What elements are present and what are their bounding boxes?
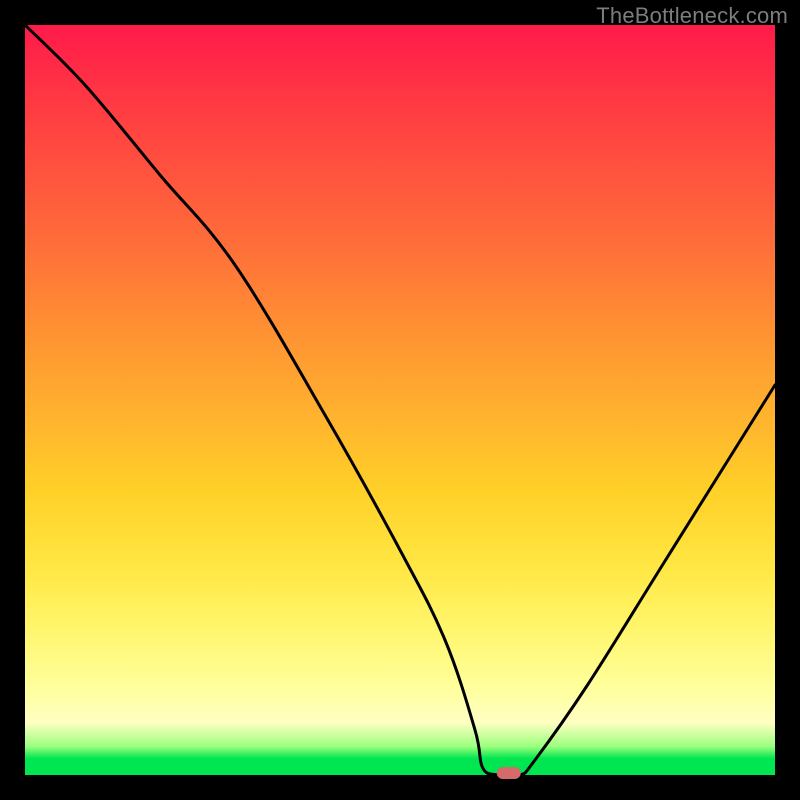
chart-stage: TheBottleneck.com xyxy=(0,0,800,800)
bottleneck-curve xyxy=(25,25,775,777)
curve-layer xyxy=(25,25,775,775)
plot-area xyxy=(25,25,775,775)
minimum-marker xyxy=(497,767,521,779)
watermark: TheBottleneck.com xyxy=(596,3,788,29)
